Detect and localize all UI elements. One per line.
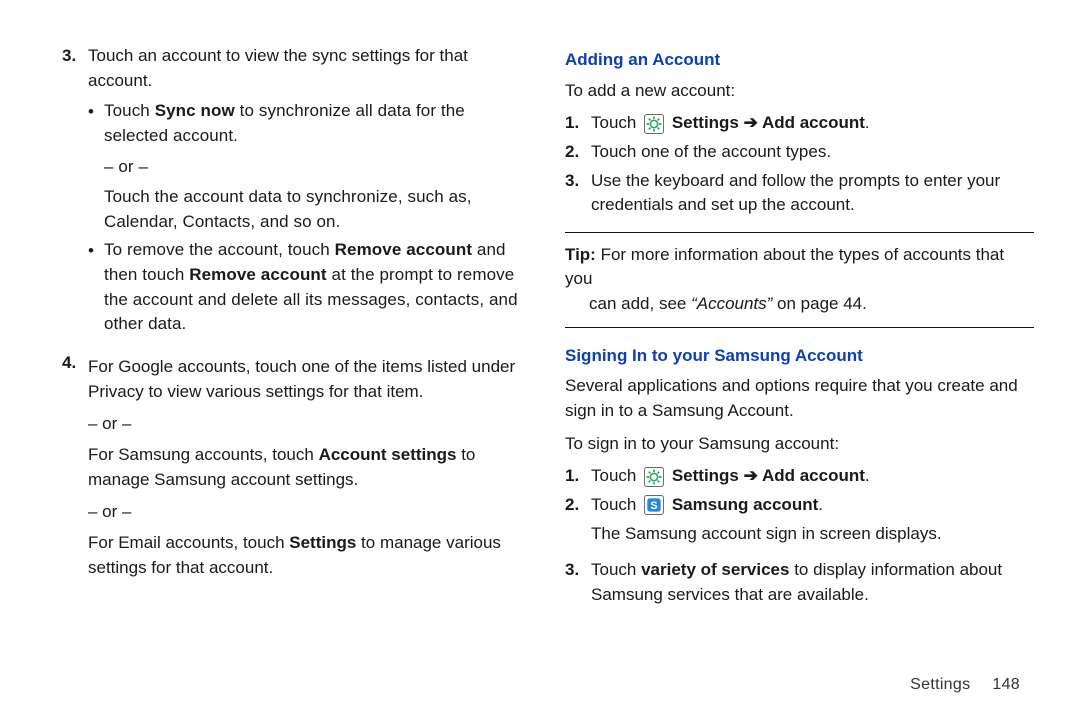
tip-label: Tip:	[565, 245, 596, 264]
samsung-s-icon: S	[644, 495, 664, 515]
intro-signin-a: Several applications and options require…	[565, 374, 1034, 423]
step-number: 3.	[565, 558, 591, 607]
or-separator: – or –	[88, 500, 531, 525]
step-number: 2.	[565, 493, 591, 554]
step-number: 2.	[565, 140, 591, 165]
signin-step-2-desc: The Samsung account sign in screen displ…	[591, 522, 1034, 547]
step-3: 3. Touch an account to view the sync set…	[62, 44, 531, 347]
bullet-remove-account: • To remove the account, touch Remove ac…	[88, 238, 531, 337]
tip-block: Tip: For more information about the type…	[565, 232, 1034, 328]
heading-signing-in: Signing In to your Samsung Account	[565, 344, 1034, 369]
step-text: Touch an account to view the sync settin…	[88, 46, 468, 90]
add-step-1: 1. Touch Settings ➔ Add account.	[565, 111, 1034, 136]
bullet-dot: •	[88, 238, 104, 337]
step-4: 4. For Google accounts, touch one of the…	[62, 351, 531, 588]
add-step-3: 3. Use the keyboard and follow the promp…	[565, 169, 1034, 218]
footer-label: Settings	[910, 676, 970, 693]
step-number: 4.	[62, 351, 88, 588]
email-alt: For Email accounts, touch Settings to ma…	[88, 531, 531, 580]
step-number: 1.	[565, 464, 591, 489]
intro-add: To add a new account:	[565, 79, 1034, 104]
intro-signin-b: To sign in to your Samsung account:	[565, 432, 1034, 457]
left-column: 3. Touch an account to view the sync set…	[62, 44, 531, 612]
signin-step-1: 1. Touch Settings ➔ Add account.	[565, 464, 1034, 489]
page-number: 148	[992, 676, 1020, 693]
page-footer: Settings 148	[910, 673, 1020, 696]
step-number: 3.	[565, 169, 591, 218]
heading-adding-account: Adding an Account	[565, 48, 1034, 73]
add-step-2: 2. Touch one of the account types.	[565, 140, 1034, 165]
step-number: 3.	[62, 44, 88, 347]
signin-step-3: 3. Touch variety of services to display …	[565, 558, 1034, 607]
bullet-alt: Touch the account data to synchronize, s…	[104, 185, 531, 234]
settings-gear-icon	[644, 114, 664, 134]
settings-gear-icon	[644, 467, 664, 487]
step-text: For Google accounts, touch one of the it…	[88, 355, 531, 404]
bullet-sync-now: • Touch Sync now to synchronize all data…	[88, 99, 531, 234]
signin-step-2: 2. Touch S Samsung account. The Samsung …	[565, 493, 1034, 554]
or-separator: – or –	[88, 412, 531, 437]
samsung-alt: For Samsung accounts, touch Account sett…	[88, 443, 531, 492]
right-column: Adding an Account To add a new account: …	[565, 44, 1034, 612]
bullet-dot: •	[88, 99, 104, 234]
or-separator: – or –	[104, 155, 531, 180]
svg-text:S: S	[650, 501, 657, 513]
step-number: 1.	[565, 111, 591, 136]
